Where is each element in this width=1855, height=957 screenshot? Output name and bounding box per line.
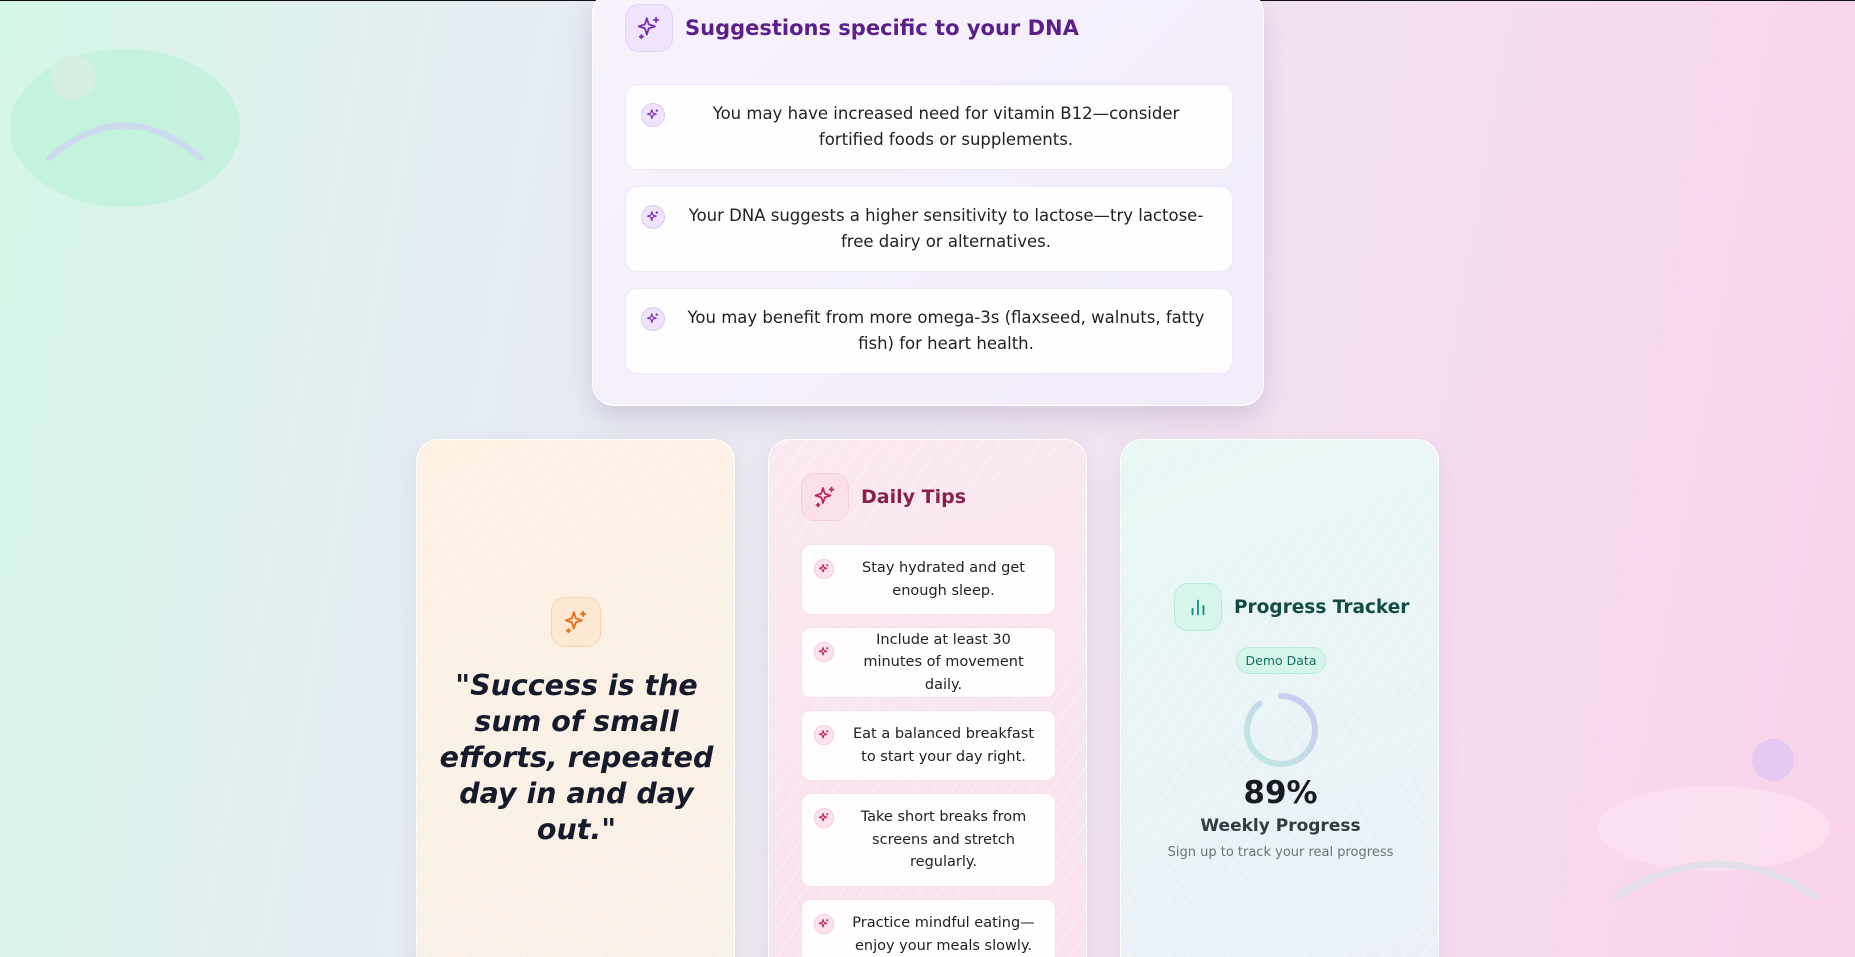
tip-text: Stay hydrated and get enough sleep. [862,560,1025,599]
tip-item: Stay hydrated and get enough sleep. [801,544,1056,615]
progress-percent: 89% [1243,775,1318,811]
decorative-arc [1612,860,1820,901]
tips-card-header: Daily Tips [801,473,966,521]
sparkles-icon [814,559,834,579]
signup-hint: Sign up to track your real progress [1167,845,1394,860]
suggestion-item: Your DNA suggests a higher sensitivity t… [625,186,1233,272]
bar-chart-icon [1174,583,1222,631]
dna-suggestions-card: Suggestions specific to your DNA You may… [592,0,1264,406]
tip-text: Include at least 30 minutes of movement … [863,631,1024,693]
tip-item: Eat a balanced breakfast to start your d… [801,710,1056,781]
sparkles-icon [814,808,834,828]
decorative-blob [1598,786,1830,871]
tip-item: Practice mindful eating—enjoy your meals… [801,899,1056,957]
sparkles-icon [641,205,665,229]
sparkles-icon [801,473,849,521]
daily-tips-card: Daily Tips Stay hydrated and get enough … [768,439,1087,957]
sparkles-icon [551,597,601,647]
progress-card-title: Progress Tracker [1234,596,1410,618]
tip-text: Eat a balanced breakfast to start your d… [852,726,1035,765]
decorative-dot [51,55,96,100]
dna-card-header: Suggestions specific to your DNA [625,4,1079,52]
tip-item: Take short breaks from screens and stret… [801,793,1056,887]
demo-data-badge: Demo Data [1236,647,1326,674]
decorative-arc [46,122,204,161]
sparkles-icon [814,642,834,662]
suggestion-item: You may have increased need for vitamin … [625,84,1233,170]
suggestion-text: You may benefit from more omega-3s (flax… [687,308,1205,353]
dna-card-title: Suggestions specific to your DNA [685,16,1079,40]
tips-card-title: Daily Tips [861,486,967,508]
progress-ring [1244,693,1318,767]
decorative-blob [10,49,240,207]
sparkles-icon [641,307,665,331]
progress-label: Weekly Progress [1200,816,1361,836]
motivational-quote: "Success is the sum of small efforts, re… [439,669,714,846]
sparkles-icon [814,914,834,934]
progress-card-header: Progress Tracker [1174,583,1409,631]
progress-ring-arc [1244,693,1318,767]
decorative-dot [1752,739,1794,781]
sparkles-icon [641,103,665,127]
suggestion-item: You may benefit from more omega-3s (flax… [625,288,1233,374]
sparkles-icon [814,725,834,745]
suggestion-text: You may have increased need for vitamin … [712,104,1180,149]
tip-item: Include at least 30 minutes of movement … [801,627,1056,698]
sparkles-icon [625,4,673,52]
quote-card: "Success is the sum of small efforts, re… [416,439,735,957]
suggestion-text: Your DNA suggests a higher sensitivity t… [688,206,1204,251]
tip-text: Take short breaks from screens and stret… [860,809,1027,871]
progress-tracker-card: Progress Tracker Demo Data 89% Weekly Pr… [1120,439,1439,957]
tip-text: Practice mindful eating—enjoy your meals… [852,915,1035,954]
